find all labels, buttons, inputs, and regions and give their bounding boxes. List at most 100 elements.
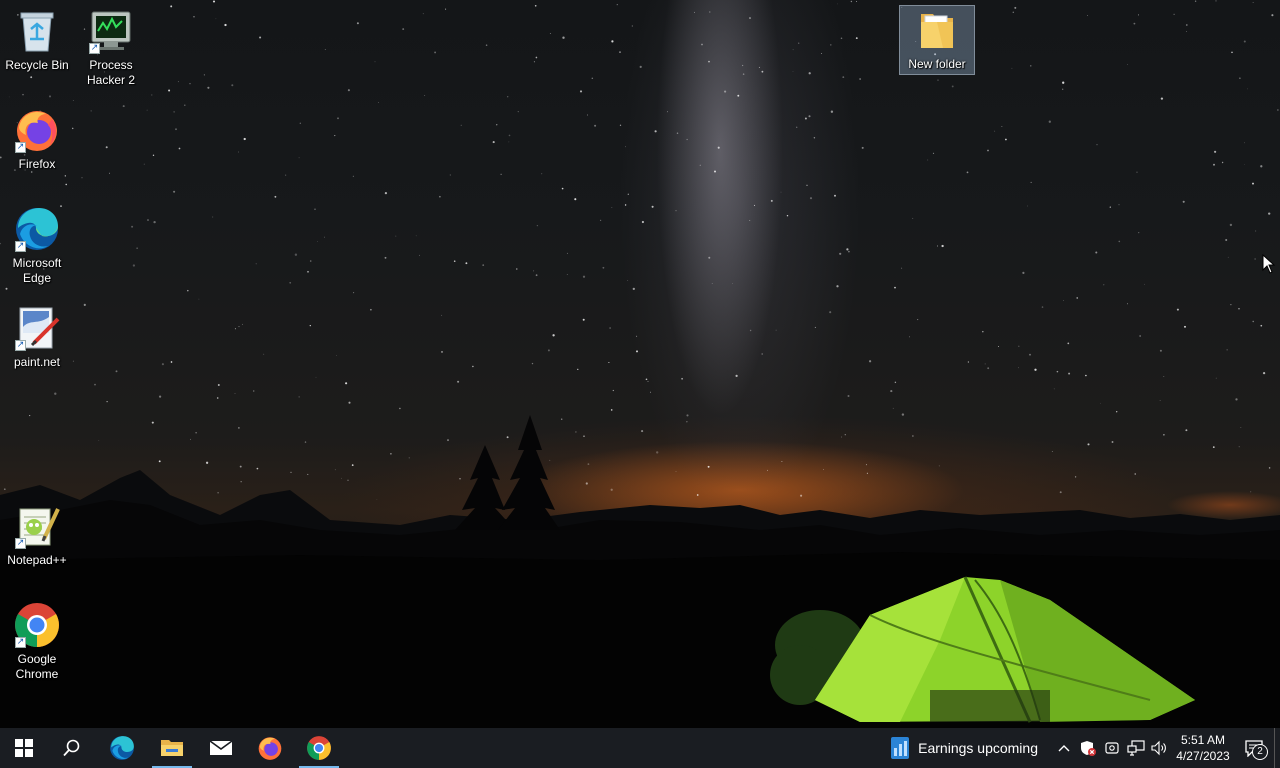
star	[1250, 491, 1252, 493]
star	[641, 220, 644, 224]
star	[195, 432, 197, 434]
star	[189, 438, 191, 440]
star	[1243, 40, 1246, 43]
search-button[interactable]	[48, 728, 96, 768]
star	[1268, 467, 1271, 469]
star	[834, 194, 836, 197]
star	[334, 135, 336, 137]
desktop-icon-paint-net[interactable]: ↗ paint.net	[0, 304, 74, 370]
chrome-icon: ↗	[13, 601, 61, 649]
star	[804, 117, 807, 120]
star	[574, 198, 577, 201]
system-tray: Earnings upcoming 5:51 AM 4/27/2023 2	[882, 728, 1280, 768]
star	[72, 99, 74, 101]
windows-security-button[interactable]	[1076, 728, 1100, 768]
star	[1159, 400, 1161, 401]
star	[122, 105, 125, 108]
star	[376, 498, 378, 500]
star	[170, 361, 173, 363]
star	[533, 270, 535, 272]
clock-date: 4/27/2023	[1176, 749, 1230, 763]
star	[298, 396, 300, 398]
star	[1238, 308, 1240, 310]
star	[65, 183, 67, 186]
desktop-wallpaper	[0, 0, 1280, 728]
star	[64, 175, 66, 177]
star	[1085, 374, 1087, 377]
edge-icon	[110, 736, 134, 760]
star	[1262, 371, 1266, 375]
star	[711, 283, 713, 285]
desktop-icon-label: Google Chrome	[15, 652, 59, 681]
taskbar-firefox-button[interactable]	[246, 728, 294, 768]
desktop-icon-recycle-bin[interactable]: Recycle Bin	[0, 7, 74, 73]
star	[496, 124, 498, 126]
taskbar-chrome-button[interactable]	[295, 728, 343, 768]
star	[1048, 120, 1051, 123]
star	[901, 267, 903, 269]
star	[336, 355, 337, 356]
desktop-icon-firefox[interactable]: ↗ Firefox	[0, 106, 74, 172]
star	[1087, 15, 1088, 16]
star	[840, 37, 843, 40]
desktop-icon-new-folder[interactable]: New folder	[899, 5, 975, 75]
taskbar-edge-button[interactable]	[98, 728, 146, 768]
star	[594, 124, 597, 127]
desktop-icon-google-chrome[interactable]: ↗ Google Chrome	[0, 601, 74, 682]
star	[611, 40, 614, 43]
star	[696, 494, 699, 496]
desktop-icon-label: Firefox	[18, 157, 56, 171]
star	[850, 0, 853, 3]
desktop-icon-microsoft-edge[interactable]: ↗ Microsoft Edge	[0, 205, 74, 286]
star	[587, 114, 588, 116]
show-hidden-icons-button[interactable]	[1052, 728, 1076, 768]
taskbar-file-explorer-button[interactable]	[148, 728, 196, 768]
star	[419, 254, 420, 256]
star	[231, 84, 234, 87]
star	[535, 56, 538, 59]
star	[994, 130, 996, 132]
star	[309, 260, 312, 262]
meet-now-button[interactable]	[1100, 728, 1124, 768]
star	[434, 51, 437, 54]
star	[1076, 297, 1078, 299]
action-center-button[interactable]: 2	[1234, 728, 1274, 768]
star	[575, 431, 577, 433]
star	[982, 330, 984, 333]
star	[315, 376, 317, 378]
star	[441, 351, 443, 353]
star	[1027, 205, 1028, 207]
star	[1030, 181, 1032, 183]
clock-button[interactable]: 5:51 AM 4/27/2023	[1172, 728, 1234, 768]
star	[472, 365, 474, 368]
desktop-icon-process-hacker[interactable]: ↗ Process Hacker 2	[74, 7, 148, 88]
volume-button[interactable]	[1148, 728, 1172, 768]
star	[841, 436, 843, 438]
show-desktop-button[interactable]	[1274, 728, 1280, 768]
star	[285, 174, 287, 176]
star	[307, 270, 309, 273]
star	[1163, 376, 1165, 378]
star	[1185, 24, 1188, 26]
star	[189, 83, 191, 85]
star	[500, 173, 502, 175]
process-hacker-icon: ↗	[87, 7, 135, 55]
star	[967, 361, 970, 363]
star	[216, 397, 219, 399]
network-button[interactable]	[1124, 728, 1148, 768]
taskbar-mail-button[interactable]	[197, 728, 245, 768]
star	[1277, 109, 1279, 111]
security-alert-icon	[1081, 741, 1096, 756]
start-button[interactable]	[0, 728, 48, 768]
news-interests-widget[interactable]: Earnings upcoming	[882, 728, 1046, 768]
desktop-icon-label: Recycle Bin	[5, 58, 69, 72]
star	[314, 208, 316, 210]
star	[1116, 411, 1118, 413]
star	[844, 434, 846, 436]
desktop-icon-notepad-plus-plus[interactable]: ↗ Notepad++	[0, 502, 74, 568]
star	[1053, 388, 1055, 390]
star	[94, 383, 96, 386]
shortcut-arrow-icon: ↗	[15, 637, 26, 648]
star	[136, 247, 138, 249]
star	[243, 137, 246, 141]
